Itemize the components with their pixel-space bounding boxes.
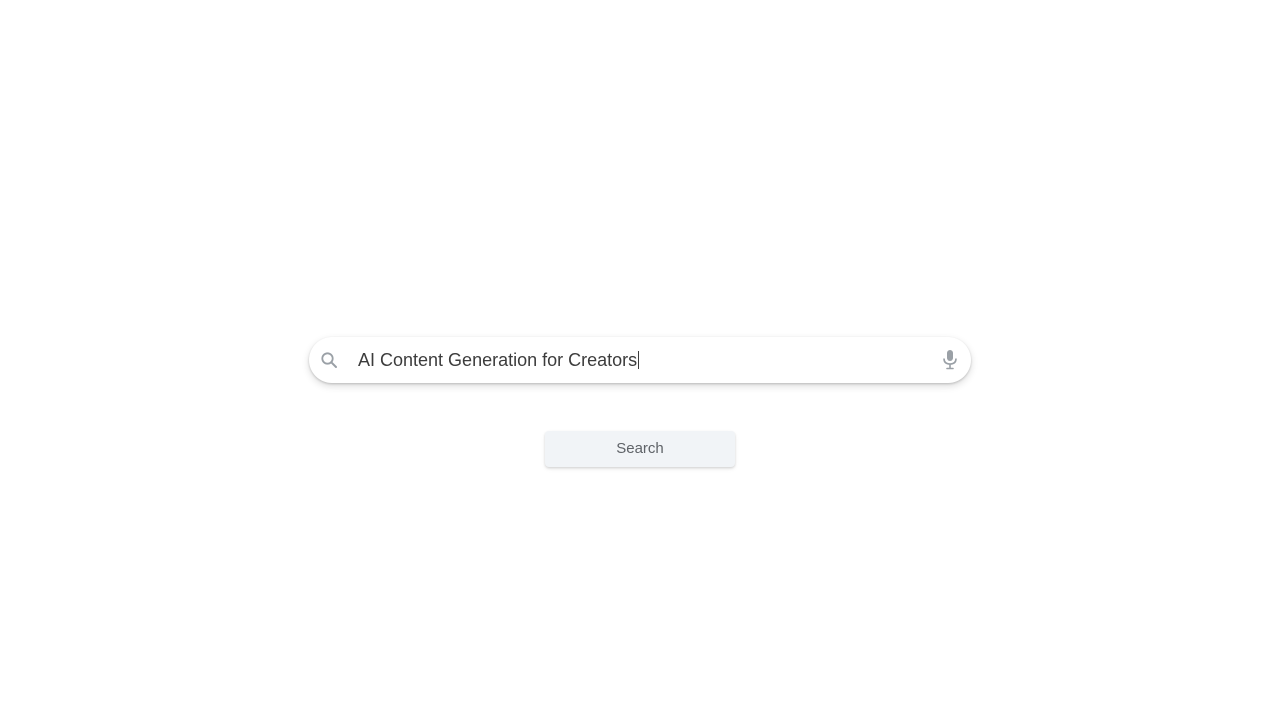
search-bar[interactable]: AI Content Generation for Creators [309,337,971,383]
search-page: AI Content Generation for Creators Searc… [0,0,1280,720]
text-cursor [638,351,640,369]
search-button[interactable]: Search [545,431,735,467]
search-icon [320,351,338,369]
search-input[interactable]: AI Content Generation for Creators [358,337,640,383]
microphone-icon[interactable] [941,349,959,371]
search-query-text: AI Content Generation for Creators [358,350,638,370]
